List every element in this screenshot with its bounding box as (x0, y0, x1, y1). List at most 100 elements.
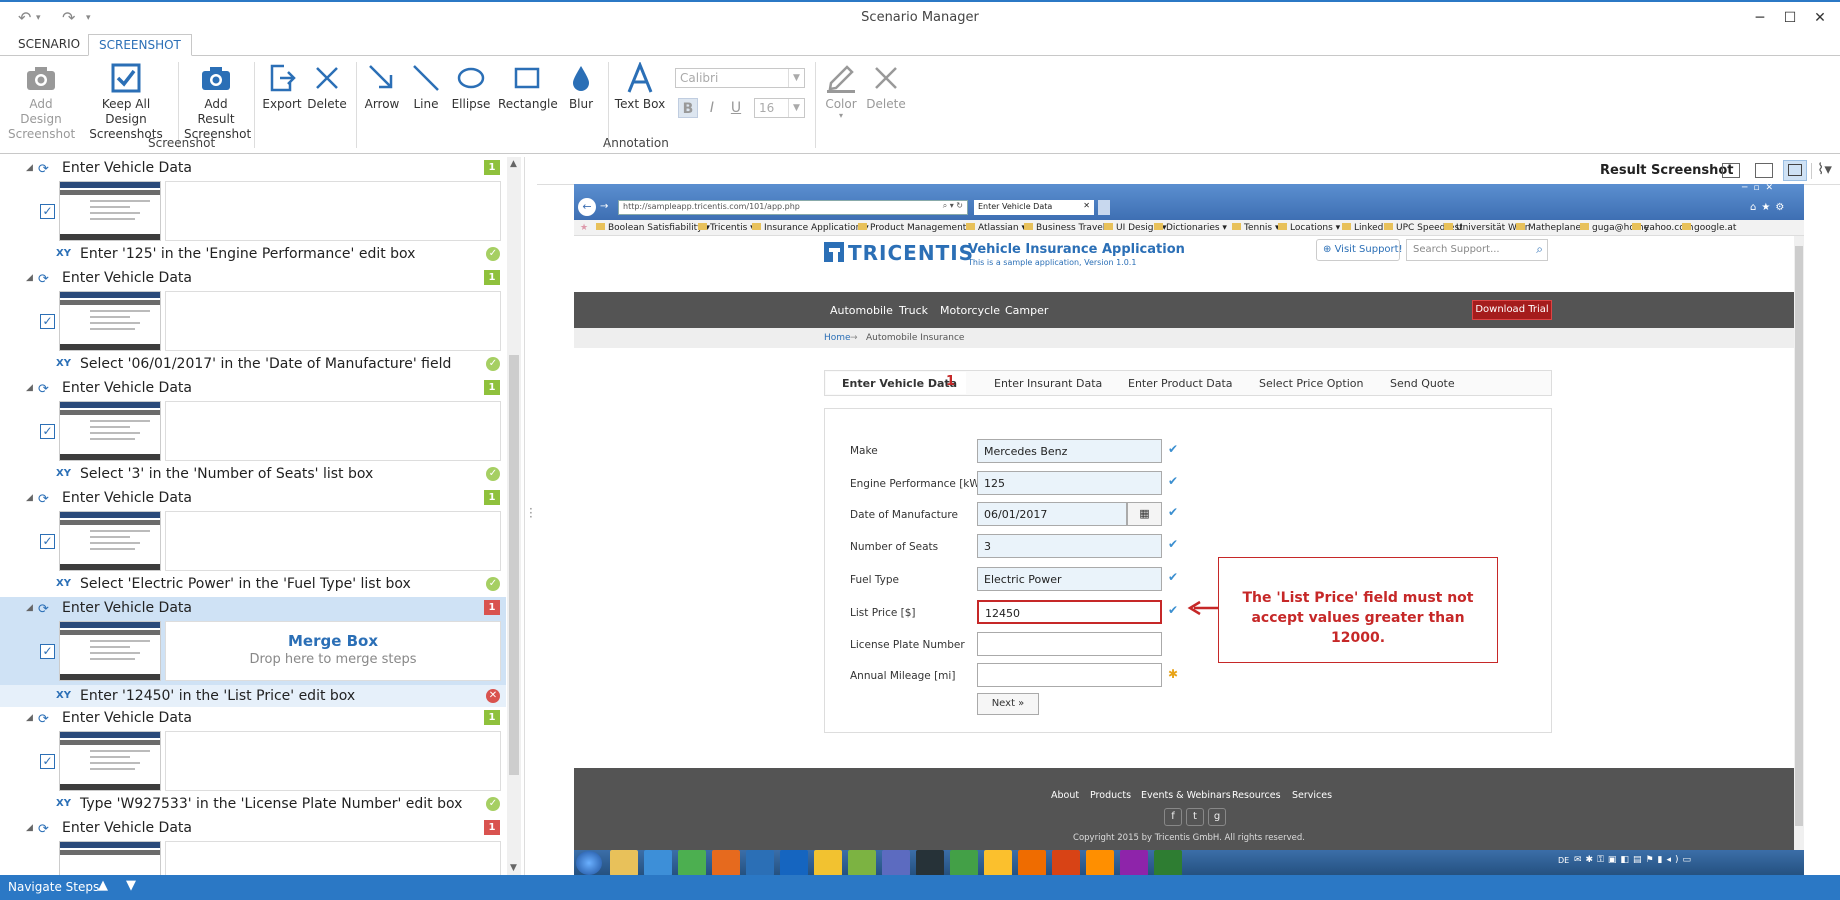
step-checkbox[interactable]: ✓ (40, 424, 55, 439)
result-image-icon[interactable] (1783, 160, 1807, 181)
make-select[interactable]: Mercedes Benz (977, 439, 1162, 463)
line-tool-button[interactable]: Line (406, 60, 446, 112)
step-header[interactable]: ◢ ⟳ Enter Vehicle Data (26, 488, 506, 508)
step-checkbox[interactable]: ✓ (40, 204, 55, 219)
footer-resources[interactable]: Resources (1232, 790, 1281, 801)
explorer-taskbar-icon[interactable] (610, 850, 638, 876)
new-tab-button[interactable] (1098, 200, 1110, 215)
design-screenshot-thumbnail[interactable] (59, 621, 161, 681)
result-screenshot-slot[interactable] (165, 731, 501, 791)
export-button[interactable]: Export (260, 60, 304, 112)
breadcrumb-home[interactable]: Home (824, 333, 851, 343)
bookmark[interactable]: Insurance Application ▾ (752, 223, 869, 233)
annotation-text-box[interactable]: The 'List Price' field must not accept v… (1218, 557, 1498, 663)
app-taskbar-icon[interactable] (1018, 850, 1046, 876)
twitter-icon[interactable]: t (1186, 808, 1204, 826)
footer-products[interactable]: Products (1090, 790, 1131, 801)
outlook-taskbar-icon[interactable] (780, 850, 808, 876)
scrollbar-thumb[interactable] (509, 355, 519, 775)
firefox-taskbar-icon[interactable] (712, 850, 740, 876)
design-screenshot-thumbnail[interactable] (59, 181, 161, 241)
color-button[interactable]: Color ▾ (822, 60, 860, 120)
design-screenshot-thumbnail[interactable] (59, 511, 161, 571)
expand-triangle-icon[interactable]: ◢ (26, 378, 33, 398)
wizard-tab-product[interactable]: Enter Product Data (1128, 377, 1233, 390)
download-trial-button[interactable]: Download Trial (1472, 300, 1552, 320)
wizard-tab-vehicle[interactable]: Enter Vehicle Data (842, 377, 957, 390)
step-header[interactable]: ◢ ⟳ Enter Vehicle Data (26, 268, 506, 288)
bookmark[interactable]: Matheplanet (1516, 223, 1585, 233)
keep-all-design-screenshots-button[interactable]: Keep All Design Screenshots (82, 60, 170, 142)
app-taskbar-icon[interactable] (848, 850, 876, 876)
address-bar[interactable]: http://sampleapp.tricentis.com/101/app.p… (618, 200, 968, 215)
tab-screenshot[interactable]: SCREENSHOT (88, 34, 192, 56)
nav-motorcycle[interactable]: Motorcycle (940, 304, 1000, 317)
step-action[interactable]: XY Type 'W927533' in the 'License Plate N… (56, 794, 506, 814)
close-tab-icon[interactable]: ✕ (1083, 201, 1090, 210)
tricentis-taskbar-icon[interactable] (746, 850, 774, 876)
wizard-tab-price[interactable]: Select Price Option (1259, 377, 1363, 390)
arrow-tool-button[interactable]: Arrow (362, 60, 402, 112)
visit-support-button[interactable]: ⊕ Visit Support! (1316, 239, 1403, 261)
step-checkbox[interactable]: ✓ (40, 534, 55, 549)
nav-truck[interactable]: Truck (899, 304, 928, 317)
bookmark[interactable]: Boolean Satisfiability ▾ (596, 223, 710, 233)
license-plate-input[interactable] (977, 632, 1162, 656)
text-box-tool-button[interactable]: Text Box (614, 60, 666, 112)
step-action[interactable]: XY Enter '12450' in the 'List Price' edit… (56, 686, 506, 706)
blur-tool-button[interactable]: Blur (562, 60, 600, 112)
app-taskbar-icon[interactable] (1052, 850, 1080, 876)
app-taskbar-icon[interactable] (882, 850, 910, 876)
search-icon[interactable]: ⌕ (1536, 242, 1543, 257)
list-price-input[interactable]: 12450 (977, 600, 1162, 624)
close-icon[interactable]: ✕ (1810, 8, 1830, 28)
annual-mileage-input[interactable] (977, 663, 1162, 687)
step-header[interactable]: ◢ ⟳ Enter Vehicle Data (26, 598, 506, 618)
design-screenshot-thumbnail[interactable] (59, 401, 161, 461)
compare-image-icon[interactable] (1755, 163, 1773, 178)
result-screenshot-image[interactable]: ← → http://sampleapp.tricentis.com/101/a… (574, 184, 1804, 876)
expand-triangle-icon[interactable]: ◢ (26, 818, 33, 838)
step-header[interactable]: ◢ ⟳ Enter Vehicle Data (26, 818, 506, 838)
footer-events[interactable]: Events & Webinars (1141, 790, 1231, 801)
step-action[interactable]: XY Select '06/01/2017' in the 'Date of Ma… (56, 354, 506, 374)
support-search-input[interactable]: Search Support... ⌕ (1406, 239, 1548, 261)
delete-annotation-button[interactable]: Delete (866, 60, 906, 112)
design-screenshot-thumbnail[interactable] (59, 731, 161, 791)
bookmark[interactable]: Tricentis ▾ (698, 223, 755, 233)
illustrator-taskbar-icon[interactable] (1086, 850, 1114, 876)
browser-window-controls[interactable]: ─▫✕ (1742, 184, 1779, 193)
bookmark[interactable]: Locations ▾ (1278, 223, 1340, 233)
browser-tab[interactable]: Enter Vehicle Data ✕ (974, 200, 1094, 215)
next-button[interactable]: Next » (977, 693, 1039, 715)
footer-about[interactable]: About (1051, 790, 1079, 801)
app-taskbar-icon[interactable] (984, 850, 1012, 876)
ie-taskbar-icon[interactable] (644, 850, 672, 876)
result-screenshot-slot[interactable] (165, 401, 501, 461)
rectangle-tool-button[interactable]: Rectangle (498, 60, 558, 112)
navigate-up-icon[interactable]: ▲ (98, 878, 108, 893)
bookmark[interactable]: Tennis ▾ (1232, 223, 1280, 233)
left-scrollbar[interactable]: ▲ ▼ (507, 157, 521, 875)
bookmark[interactable]: Product Management ▾ (858, 223, 974, 233)
underline-button[interactable]: U (726, 98, 746, 118)
scroll-up-icon[interactable]: ▲ (510, 159, 517, 169)
expand-triangle-icon[interactable]: ◢ (26, 158, 33, 178)
merge-box[interactable]: Merge Box Drop here to merge steps (165, 621, 501, 681)
step-checkbox[interactable]: ✓ (40, 644, 55, 659)
ellipse-tool-button[interactable]: Ellipse (450, 60, 492, 112)
console-taskbar-icon[interactable] (916, 850, 944, 876)
google-plus-icon[interactable]: g (1208, 808, 1226, 826)
nav-automobile[interactable]: Automobile (830, 304, 893, 317)
maximize-icon[interactable]: ☐ (1780, 8, 1800, 28)
nav-camper[interactable]: Camper (1005, 304, 1048, 317)
minimize-icon[interactable]: ─ (1750, 8, 1770, 28)
home-star-gear-icons[interactable]: ⌂★⚙ (1750, 202, 1789, 213)
step-checkbox[interactable]: ✓ (40, 754, 55, 769)
engine-performance-input[interactable]: 125 (977, 471, 1162, 495)
step-header[interactable]: ◢ ⟳ Enter Vehicle Data (26, 158, 506, 178)
fuel-type-select[interactable]: Electric Power (977, 567, 1162, 591)
favorites-star-icon[interactable]: ★ (580, 223, 588, 233)
forward-icon[interactable]: → (600, 201, 608, 212)
calendar-icon[interactable]: ▦ (1127, 502, 1162, 526)
